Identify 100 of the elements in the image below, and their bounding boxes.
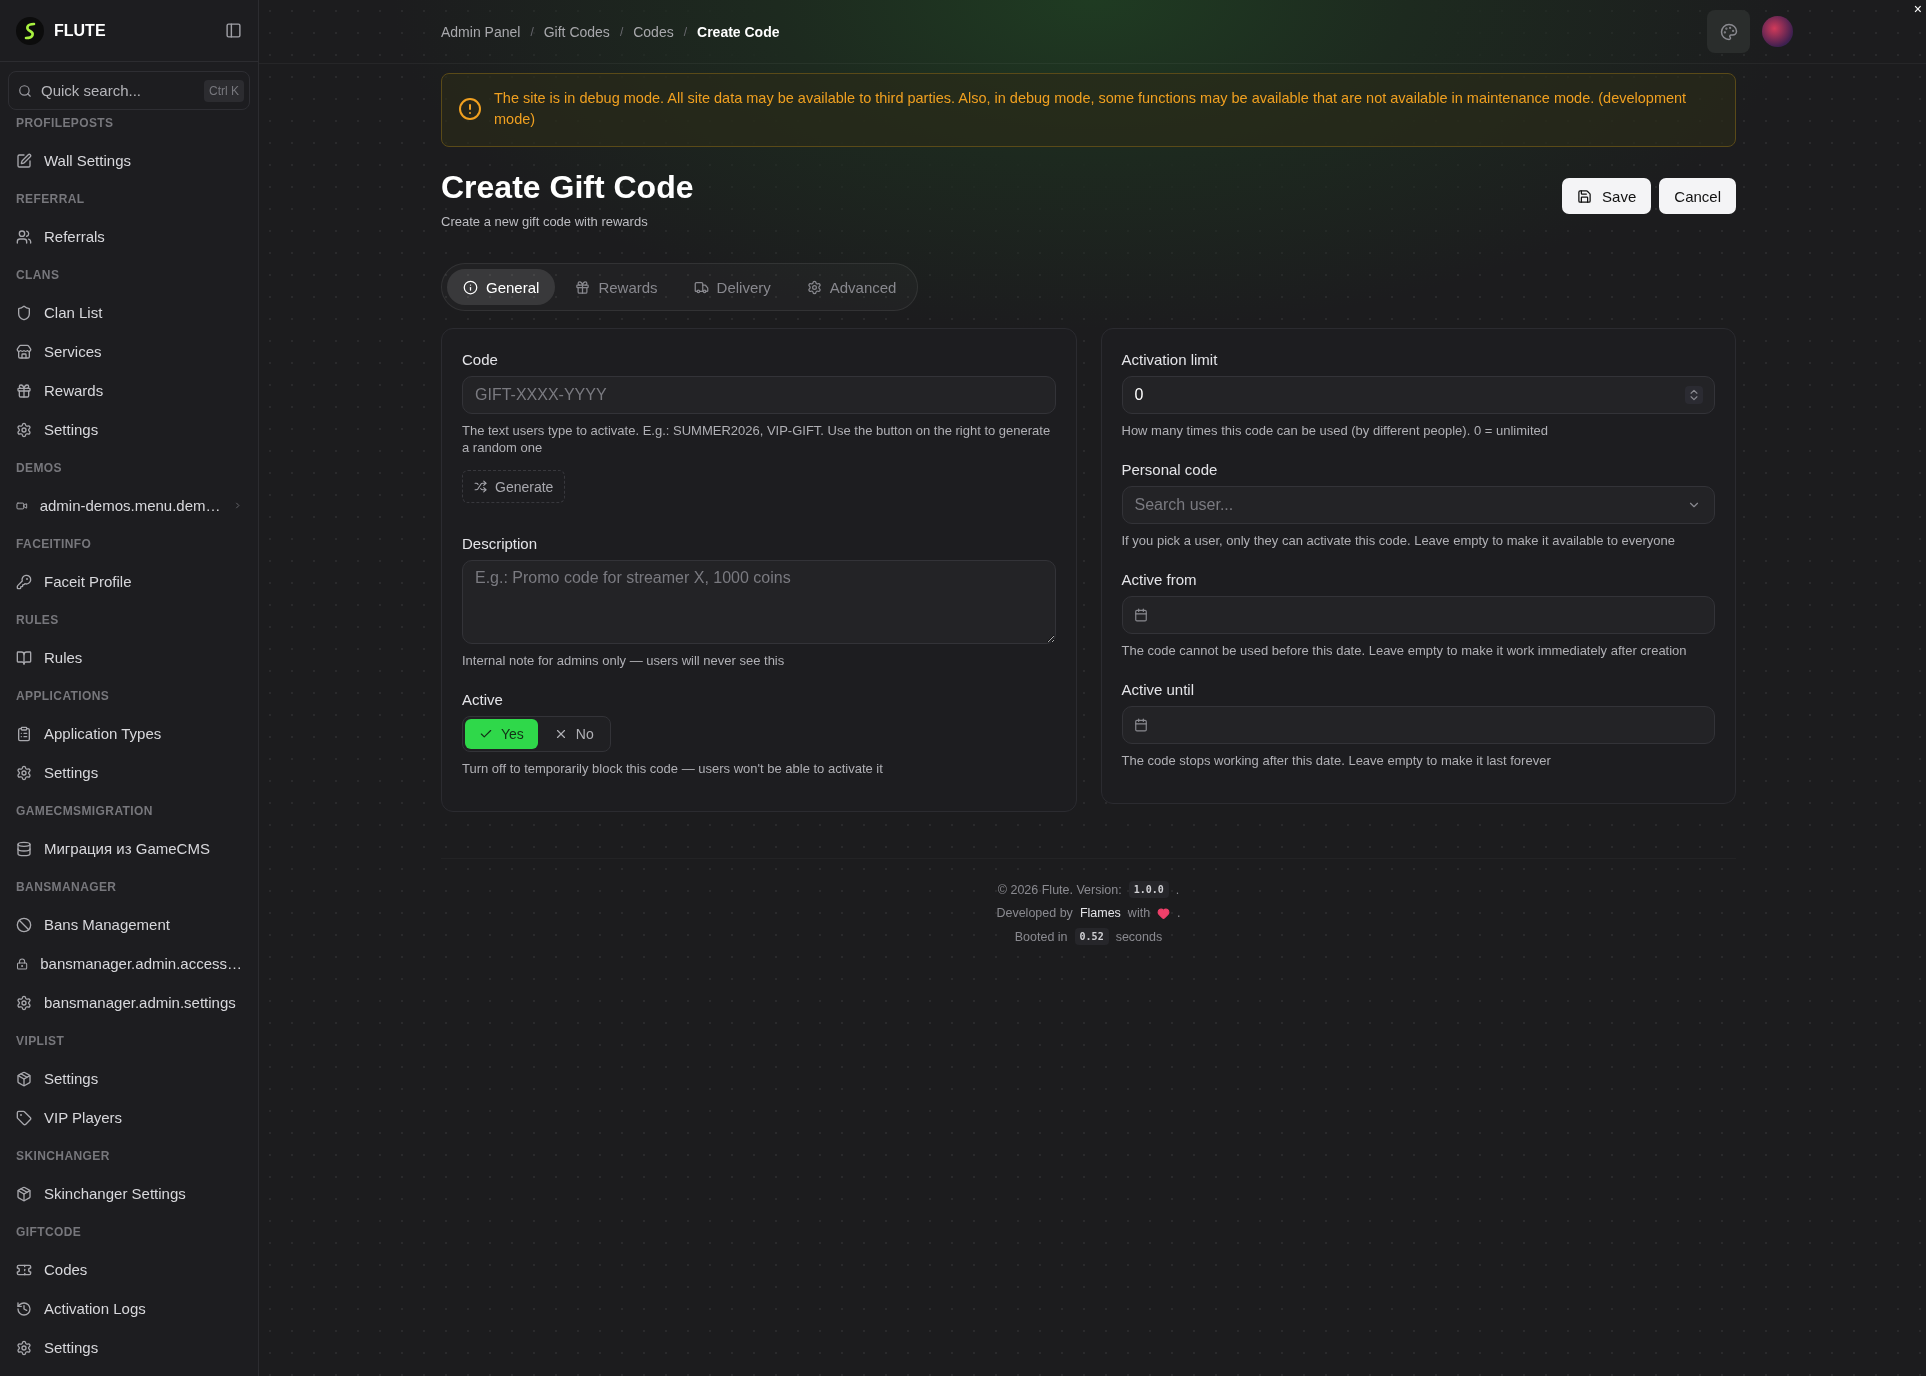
sidebar-item[interactable]: Settings [16, 753, 242, 792]
shortcut-hint: Ctrl K [204, 79, 244, 102]
section-heading: FACEITINFO [16, 535, 93, 553]
sidebar-item[interactable]: Rewards [16, 371, 242, 410]
date-field[interactable] [1121, 706, 1715, 744]
section-heading: CLANS [16, 266, 61, 284]
sidebar-item[interactable]: Clan List [16, 293, 242, 332]
sidebar-item[interactable]: Application Types [16, 714, 242, 753]
seconds-text: seconds [1115, 929, 1163, 944]
sidebar-toggle-icon[interactable] [225, 22, 242, 39]
field-label: Code [462, 351, 499, 368]
footer-dot: . [1175, 882, 1180, 897]
toggle-option[interactable]: Yes [465, 719, 538, 749]
version-number: 1.0.0 [1128, 881, 1169, 898]
user-avatar[interactable] [1762, 16, 1793, 47]
field-label: Active from [1121, 571, 1198, 588]
sidebar-item[interactable]: bansmanager.admin.access… [16, 944, 242, 983]
date-field[interactable] [1121, 596, 1715, 634]
toggle-option[interactable]: No [539, 719, 608, 749]
description-field[interactable]: E.g.: Promo code for streamer X, 1000 coins [462, 560, 1056, 644]
sidebar-item[interactable]: Settings [16, 410, 242, 449]
section-heading: PROFILEPOSTS [16, 114, 115, 132]
sidebar-item[interactable]: Wall Settings [16, 141, 242, 180]
alert-text: The site is in debug mode. All site data may be available to third parties. Also, in debug mode, some functions may be available that are not available in maintenance mode. (development mode) [494, 89, 1688, 129]
help-text: The code stops working after this date. Leave empty to make it last forever [1121, 752, 1552, 769]
sidebar-item[interactable]: VIP Players [16, 1098, 242, 1137]
breadcrumb-separator: / [619, 24, 624, 39]
menu-icon [16, 764, 32, 781]
tab[interactable]: Advanced [790, 269, 913, 305]
help-text: How many times this code can be used (by different people). 0 = unlimited [1121, 422, 1549, 439]
page-subtitle: Create a new gift code with rewards [441, 214, 649, 229]
help-text: The text users type to activate. E.g.: SUMMER2026, VIP-GIFT. Use the button on the right to generate a random one [462, 422, 1052, 456]
tab-icon [575, 279, 591, 295]
sidebar-item[interactable]: Bans Management [16, 905, 242, 944]
section-heading: BANSMANAGER [16, 878, 118, 896]
copyright-text: © 2026 Flute. Version: [997, 882, 1122, 897]
sidebar-item[interactable]: Settings [16, 1328, 242, 1367]
menu-icon [16, 1070, 32, 1087]
check-icon [479, 727, 493, 741]
save-icon [1577, 188, 1593, 204]
field-label: Active [462, 691, 504, 708]
menu-icon [16, 343, 32, 360]
breadcrumb-link[interactable]: Admin Panel [441, 23, 521, 40]
menu-icon [16, 955, 29, 972]
logo-icon [16, 16, 44, 45]
developed-by-text: Developed by [996, 906, 1073, 920]
menu-icon [16, 1109, 32, 1126]
sidebar-item[interactable]: Referrals [16, 217, 242, 256]
section-heading: RULES [16, 611, 60, 629]
breadcrumb-link[interactable]: Create Code [697, 23, 780, 40]
generate-button[interactable]: Generate [462, 470, 566, 503]
section-heading: SKINCHANGER [16, 1147, 111, 1165]
breadcrumb-link[interactable]: Codes [633, 23, 674, 40]
field-label: Activation limit [1121, 351, 1219, 368]
tab[interactable]: Rewards [559, 269, 674, 305]
theme-button[interactable] [1707, 10, 1750, 53]
calendar-icon [1133, 718, 1148, 732]
sidebar-item[interactable]: Rules [16, 638, 242, 677]
tab-icon [806, 279, 822, 295]
author-link[interactable]: Flames [1079, 906, 1121, 920]
sidebar-item[interactable]: Миграция из GameCMS [16, 829, 242, 868]
section-heading: VIPLIST [16, 1032, 66, 1050]
breadcrumb-link[interactable]: Gift Codes [543, 23, 610, 40]
with-text: with [1127, 906, 1151, 920]
sidebar-item[interactable]: Services [16, 332, 242, 371]
menu-icon [16, 725, 32, 742]
menu-icon [16, 994, 32, 1011]
menu-icon [16, 152, 32, 169]
tab[interactable]: Delivery [677, 269, 787, 305]
sidebar-item[interactable]: admin-demos.menu.dem… [16, 486, 242, 525]
save-button[interactable]: Save [1562, 178, 1652, 214]
boot-time: 0.52 [1074, 928, 1109, 945]
menu-icon [16, 916, 32, 933]
sidebar-item[interactable]: Skinchanger Settings [16, 1174, 242, 1213]
user-select[interactable]: Search user... [1121, 486, 1715, 524]
menu-icon [16, 649, 32, 666]
sidebar-item[interactable]: Activation Logs [16, 1289, 242, 1328]
cancel-button[interactable]: Cancel [1659, 178, 1736, 214]
field-label: Active until [1121, 681, 1196, 698]
section-heading: REFERRAL [16, 190, 86, 208]
sidebar-item[interactable]: Codes [16, 1250, 242, 1289]
section-heading: GAMECMSMIGRATION [16, 802, 154, 820]
sidebar-item[interactable]: bansmanager.admin.settings [16, 983, 242, 1022]
close-button[interactable]: × [1913, 2, 1922, 16]
menu-icon [16, 228, 32, 245]
sidebar-item[interactable]: Settings [16, 1059, 242, 1098]
help-text: Internal note for admins only — users will never see this [462, 652, 786, 669]
number-field[interactable]: 0 [1121, 376, 1715, 414]
breadcrumb-separator: / [530, 24, 534, 39]
menu-icon [16, 573, 32, 590]
section-heading: APPLICATIONS [16, 687, 111, 705]
menu-icon [16, 1185, 32, 1202]
booted-text: Booted in [1014, 929, 1068, 944]
brand-name: FLUTE [54, 21, 107, 40]
code-field[interactable]: GIFT-XXXX-YYYY [462, 376, 1056, 414]
stepper-icon[interactable] [1685, 386, 1703, 404]
tab-icon [693, 279, 709, 295]
tab[interactable]: General [447, 269, 556, 305]
page-title: Create Gift Code [441, 169, 694, 206]
sidebar-item[interactable]: Faceit Profile [16, 562, 242, 601]
